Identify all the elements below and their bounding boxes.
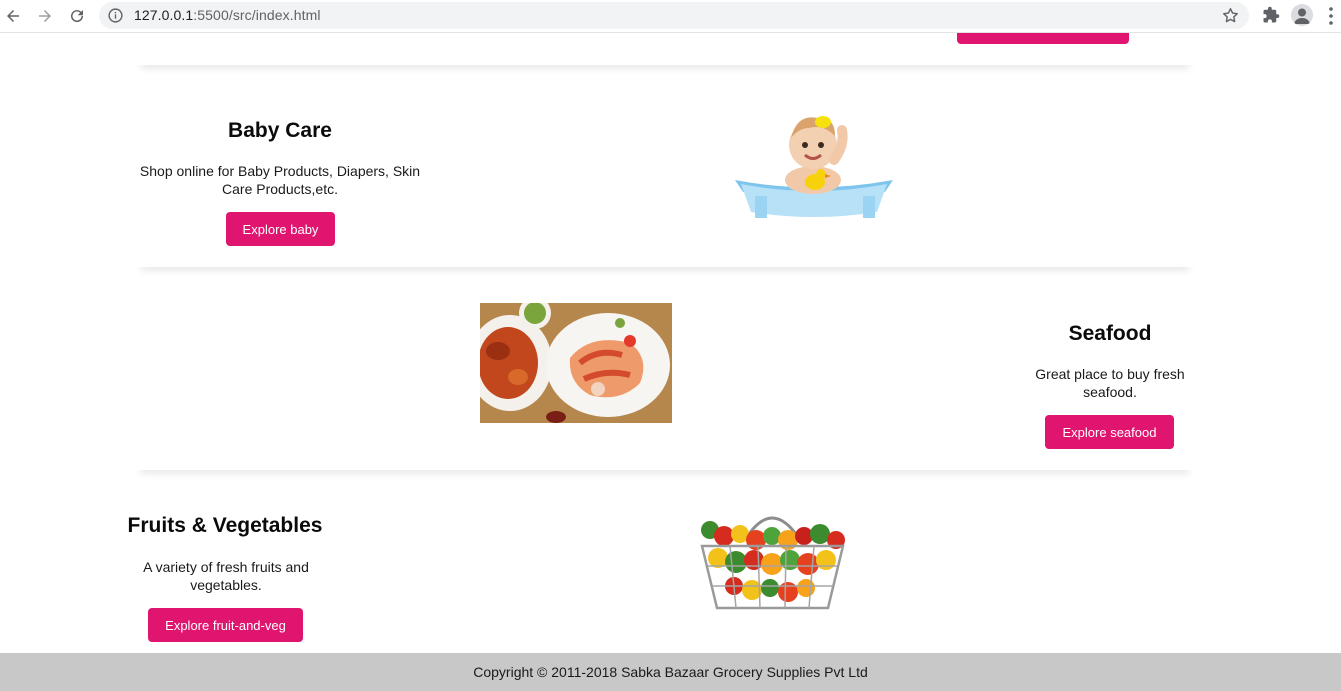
section-divider [135,454,1195,470]
category-title: Baby Care [228,119,332,142]
url-path: :5500/src/index.html [193,7,321,23]
profile-avatar-icon[interactable] [1291,4,1313,26]
extensions-puzzle-icon[interactable] [1262,6,1280,24]
explore-baby-button[interactable]: Explore baby [226,212,335,246]
back-icon[interactable] [1,4,25,28]
copyright-text: Copyright © 2011-2018 Sabka Bazaar Groce… [473,664,868,680]
section-divider [135,251,1195,267]
explore-seafood-button[interactable]: Explore seafood [1045,415,1174,449]
category-title: Fruits & Vegetables [127,514,323,537]
page-content: Baby Care Shop online for Baby Products,… [0,33,1341,691]
category-title: Seafood [1068,322,1152,345]
info-icon[interactable] [107,7,124,24]
url-text[interactable]: 127.0.0.1:5500/src/index.html [134,7,321,23]
forward-icon[interactable] [33,4,57,28]
fruit-basket-image [690,500,855,615]
category-description: Shop online for Baby Products, Diapers, … [139,163,421,197]
category-description: A variety of fresh fruits and vegetables… [143,559,309,593]
explore-button-partial[interactable] [957,33,1129,44]
section-divider [135,49,1195,65]
baby-care-image [717,100,911,220]
kebab-menu-icon[interactable] [1327,6,1335,26]
browser-toolbar: 127.0.0.1:5500/src/index.html [0,0,1341,33]
bookmark-star-icon[interactable] [1221,6,1240,25]
explore-fruit-and-veg-button[interactable]: Explore fruit-and-veg [148,608,303,642]
reload-icon[interactable] [65,4,89,28]
address-bar[interactable]: 127.0.0.1:5500/src/index.html [99,2,1249,29]
category-description: Great place to buy fresh seafood. [1035,366,1185,400]
url-host: 127.0.0.1 [134,7,194,23]
site-footer: Copyright © 2011-2018 Sabka Bazaar Groce… [0,653,1341,691]
seafood-image [480,303,672,423]
